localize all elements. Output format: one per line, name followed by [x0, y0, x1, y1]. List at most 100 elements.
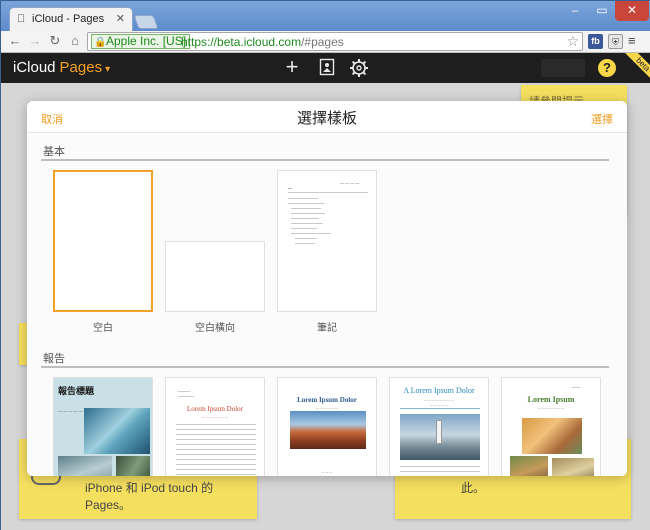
reload-icon[interactable]: ↻ — [47, 33, 63, 49]
help-icon[interactable]: ? — [598, 59, 616, 77]
url-host: https://beta.icloud.com — [181, 35, 302, 49]
tab-strip:  iCloud - Pages ✕ – ▭ ✕ — [1, 1, 650, 31]
ios-note-text: iPhone 和 iPod touch 的 Pages。 — [85, 481, 214, 512]
thumb-rule — [291, 233, 331, 234]
lock-icon: 🔒 — [94, 37, 107, 48]
dialog-header: 取消 選擇樣板 選擇 — [27, 101, 627, 133]
template-caption: 空白 — [93, 323, 113, 334]
address-bar[interactable]: 🔒 Apple Inc. [US] https://beta.icloud.co… — [87, 32, 583, 51]
thumb-rule — [288, 203, 324, 204]
menu-icon[interactable]: ≡ — [628, 33, 636, 48]
shield-extension-icon[interactable]: ⛨ — [608, 34, 623, 49]
template-chooser-dialog: 取消 選擇樣板 選擇 基本 空白 空白橫向 — — — — — 筆記 報告 報告… — [27, 101, 627, 476]
thumb-text: — — [288, 185, 292, 190]
chevron-down-icon: ▾ — [105, 64, 111, 75]
bookmark-star-icon[interactable]: ☆ — [566, 33, 579, 50]
wildlife-photo — [510, 456, 548, 476]
template-blank-landscape[interactable] — [165, 241, 265, 312]
thumb-text: — — — [278, 475, 376, 476]
thumb-rule — [176, 474, 256, 475]
apple-icon:  — [17, 13, 25, 25]
thumb-text: — — — — — — — — — [424, 398, 454, 402]
section-divider — [41, 366, 609, 368]
new-tab-button[interactable] — [133, 15, 159, 29]
template-note-taking[interactable]: — — — — — — [277, 170, 377, 312]
close-window-button[interactable]: ✕ — [615, 1, 649, 21]
app-switcher[interactable]: iCloud Pages ▾ — [13, 59, 110, 76]
thumb-rule — [176, 424, 256, 425]
thumb-text: ———— — [178, 393, 194, 398]
template-report-1[interactable]: 報告標題 — — — — — — [53, 377, 153, 476]
thumb-rule — [288, 192, 368, 193]
thumb-rule — [176, 459, 256, 460]
add-document-icon[interactable]: + — [282, 56, 302, 78]
choose-button[interactable]: 選擇 — [591, 111, 613, 127]
thumb-text: — — — — — — — [315, 406, 339, 410]
home-icon[interactable]: ⌂ — [67, 33, 83, 48]
gear-icon[interactable] — [349, 58, 369, 78]
thumb-rule — [291, 228, 317, 229]
template-report-5[interactable]: —— Lorem Ipsum — — — — — — — — [501, 377, 601, 476]
dialog-title: 選擇樣板 — [296, 110, 357, 127]
template-list: 基本 空白 空白橫向 — — — — — 筆記 報告 報告標題 — — — — … — [27, 134, 627, 476]
icloud-app-bar: iCloud Pages ▾ + ? — [1, 53, 650, 83]
thumb-title: Lorem Ipsum Dolor — [187, 405, 243, 413]
thumb-rule — [400, 471, 480, 472]
zebra-photo — [552, 458, 594, 476]
thumb-text: — — — — — — [58, 408, 83, 413]
thumb-rule — [176, 439, 256, 440]
close-icon[interactable]: ✕ — [116, 12, 125, 25]
thumb-title: A Lorem Ipsum Dolor — [403, 386, 475, 395]
template-report-4[interactable]: A Lorem Ipsum Dolor — — — — — — — — — — … — [389, 377, 489, 476]
thumb-rule — [176, 464, 256, 465]
thumb-text: — — — — — — — — [201, 415, 228, 419]
section-title-basic: 基本 — [43, 146, 65, 158]
thumb-rule — [291, 213, 325, 214]
url-path: /#pages — [301, 35, 344, 49]
ev-label: Apple Inc. [US] — [106, 34, 187, 48]
app-name: Pages — [59, 59, 103, 76]
beta-label: beta — [622, 53, 650, 83]
architecture-photo — [84, 408, 150, 454]
thumb-rule — [291, 208, 321, 209]
lighthouse-shape — [436, 420, 442, 444]
thumb-text: — — — — — — [429, 403, 449, 407]
thumb-title: 報告標題 — [58, 386, 95, 396]
beta-ribbon: beta — [619, 53, 650, 83]
minimize-button[interactable]: – — [561, 1, 589, 21]
user-menu[interactable] — [541, 59, 585, 77]
section-divider — [41, 159, 609, 161]
tab-title: iCloud - Pages — [32, 13, 105, 25]
thumb-rule — [288, 198, 318, 199]
thumb-rule — [176, 449, 256, 450]
facebook-extension-icon[interactable]: fb — [588, 34, 603, 49]
thumb-rule — [291, 223, 323, 224]
thumb-title: Lorem Ipsum Dolor — [297, 396, 357, 404]
template-report-3[interactable]: Lorem Ipsum Dolor — — — — — — — — — — — — [277, 377, 377, 476]
template-caption: 空白橫向 — [195, 323, 235, 334]
maximize-button[interactable]: ▭ — [589, 1, 615, 21]
template-caption: 筆記 — [317, 323, 337, 334]
architecture-photo — [58, 456, 112, 476]
thumb-rule — [295, 243, 315, 244]
thumb-rule — [400, 466, 480, 467]
forward-icon[interactable]: → — [27, 33, 43, 48]
template-report-2[interactable]: ——— ———— Lorem Ipsum Dolor — — — — — — — — [165, 377, 265, 476]
giraffe-photo — [522, 418, 582, 454]
thumb-rule — [295, 238, 317, 239]
thumb-title: Lorem Ipsum — [527, 395, 575, 404]
thumb-rule — [400, 408, 480, 409]
template-blank[interactable] — [53, 170, 153, 312]
browser-toolbar: ← → ↻ ⌂ 🔒 Apple Inc. [US] https://beta.i… — [1, 31, 650, 53]
thumb-rule — [176, 469, 256, 470]
thumb-text: — — — — [321, 470, 333, 474]
thumb-rule — [176, 444, 256, 445]
ev-certificate-badge[interactable]: 🔒 Apple Inc. [US] — [91, 34, 191, 49]
brand-label: iCloud — [13, 59, 56, 76]
thumb-rule — [291, 218, 319, 219]
upload-document-icon[interactable] — [317, 58, 337, 78]
section-title-reports: 報告 — [43, 353, 65, 365]
browser-tab[interactable]:  iCloud - Pages ✕ — [9, 7, 133, 31]
back-icon[interactable]: ← — [7, 33, 23, 48]
thumb-text: —— — [572, 384, 580, 389]
